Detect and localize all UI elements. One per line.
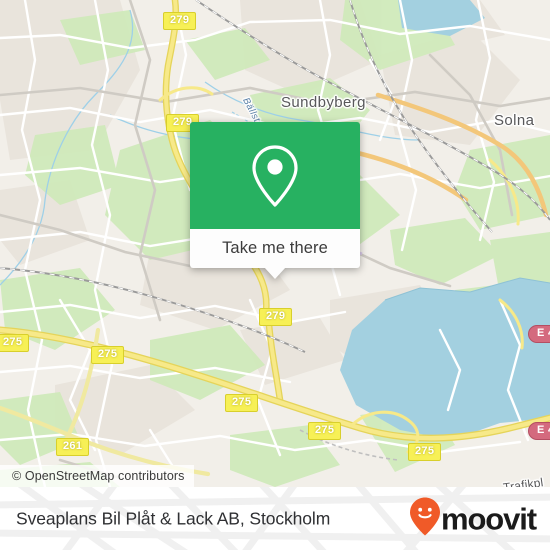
map-label-sundbyberg: Sundbyberg xyxy=(281,94,366,111)
road-shield-279: 279 xyxy=(163,12,197,30)
popup-pin-area xyxy=(190,122,360,229)
road-shield-275: 275 xyxy=(91,346,125,364)
moovit-smile-pin-icon xyxy=(409,497,440,540)
road-shield-e4: E 4 xyxy=(528,422,550,440)
take-me-there-button[interactable]: Take me there xyxy=(222,239,328,258)
page-title: Sveaplans Bil Plåt & Lack AB, Stockholm xyxy=(16,508,331,528)
footer-bar: Sveaplans Bil Plåt & Lack AB, Stockholm … xyxy=(0,487,550,550)
road-shield-275: 275 xyxy=(408,443,442,461)
location-pin-icon xyxy=(248,143,302,209)
road-shield-279: 279 xyxy=(259,308,293,326)
moovit-place-map-screenshot: Sundbyberg Solna Trafikpl Bällsta 279 27… xyxy=(0,0,550,550)
road-shield-e4: E 4 xyxy=(528,325,550,343)
moovit-wordmark: moovit xyxy=(440,501,537,536)
map-label-solna: Solna xyxy=(494,112,535,129)
map-canvas[interactable]: Sundbyberg Solna Trafikpl Bällsta 279 27… xyxy=(0,0,550,487)
road-shield-261: 261 xyxy=(56,438,90,456)
moovit-brand-logo[interactable]: moovit xyxy=(409,497,537,540)
road-shield-275: 275 xyxy=(0,334,30,352)
popup-action-area[interactable]: Take me there xyxy=(190,229,360,279)
road-shield-275: 275 xyxy=(308,422,342,440)
osm-attribution[interactable]: © OpenStreetMap contributors xyxy=(0,465,194,487)
place-popup-card[interactable]: Take me there xyxy=(190,122,360,279)
road-shield-275: 275 xyxy=(225,394,259,412)
popup-tail xyxy=(264,267,286,279)
